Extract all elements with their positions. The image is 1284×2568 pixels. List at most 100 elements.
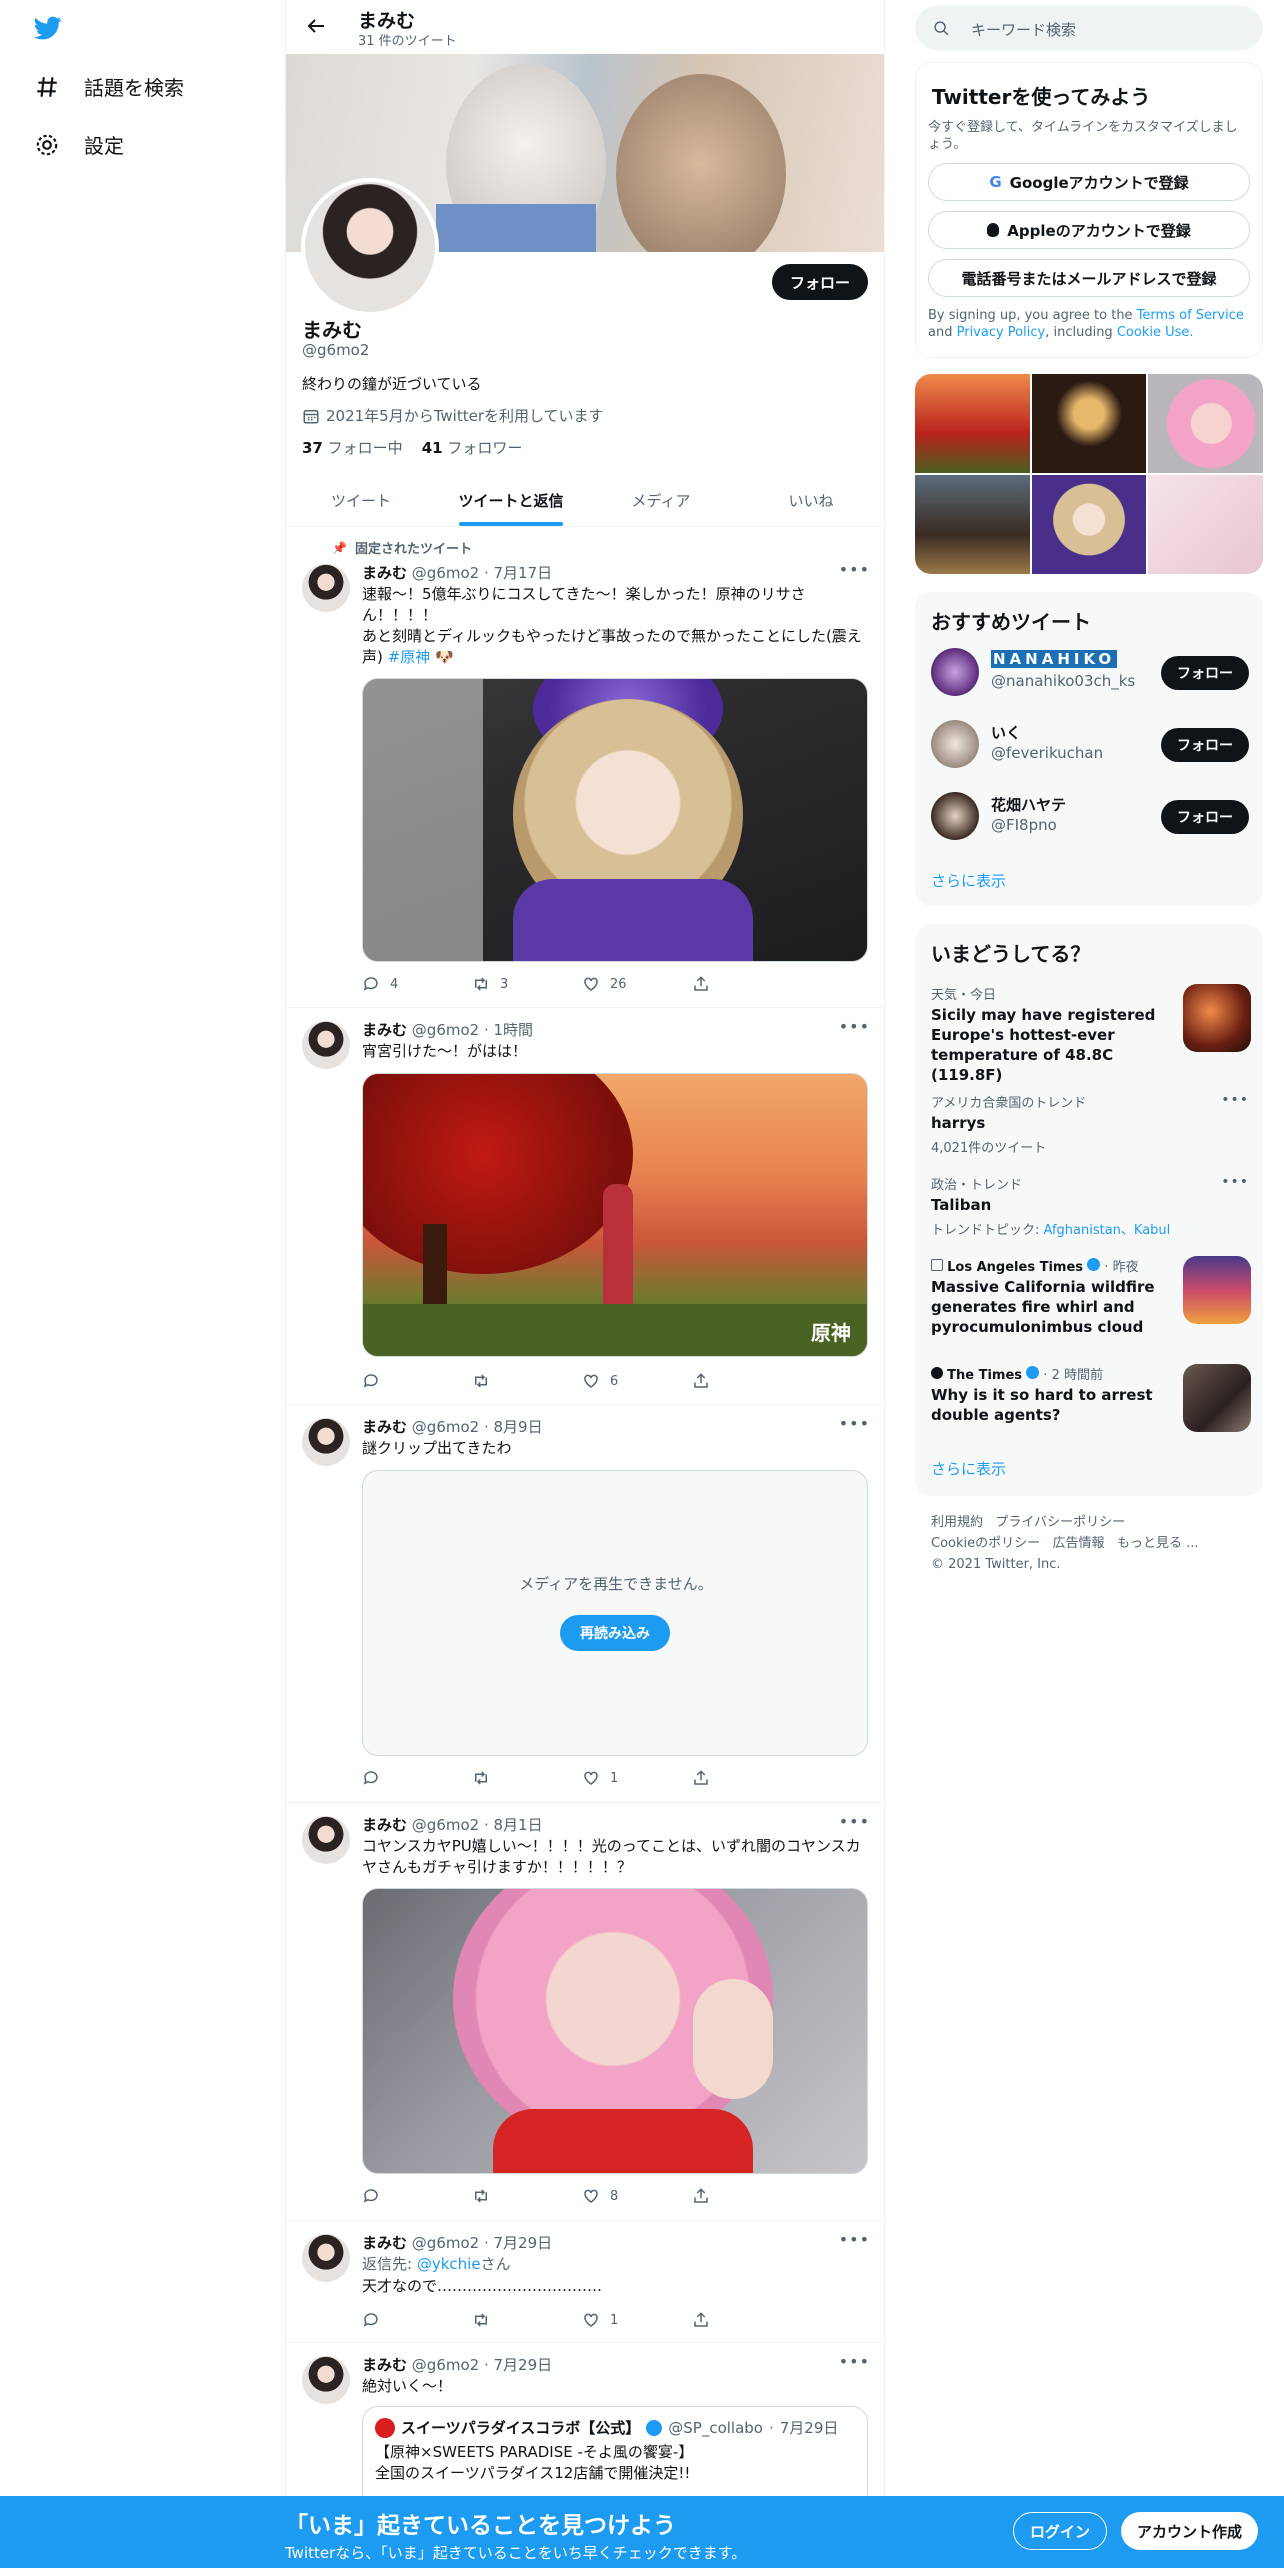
media-thumbnail[interactable] bbox=[1148, 374, 1263, 473]
tweet-quote[interactable]: まみむ @g6mo2 · 7月29日 ••• 絶対いく〜！ スイーツパラダイスコ… bbox=[286, 2344, 884, 2500]
terms-link[interactable]: Terms of Service bbox=[1137, 308, 1244, 323]
phone-signup-button[interactable]: 電話番号またはメールアドレスで登録 bbox=[928, 259, 1250, 297]
tweet-author-name[interactable]: まみむ bbox=[362, 1418, 407, 1436]
like-button[interactable]: 8 bbox=[582, 2186, 692, 2206]
tab-likes[interactable]: いいね bbox=[736, 474, 884, 526]
more-icon[interactable]: ••• bbox=[839, 2352, 870, 2371]
follow-button[interactable]: フォロー bbox=[1161, 728, 1249, 762]
tweet-avatar[interactable] bbox=[302, 1021, 350, 1069]
tweet-time[interactable]: 7月29日 bbox=[494, 2234, 553, 2252]
more-icon[interactable]: ••• bbox=[839, 1812, 870, 1831]
trend-item[interactable]: 天気・今日 Sicily may have registered Europe'… bbox=[931, 984, 1251, 1084]
hashtag-link[interactable]: #原神 bbox=[388, 648, 431, 666]
retweet-button[interactable] bbox=[472, 2186, 582, 2206]
reload-button[interactable]: 再読み込み bbox=[560, 1615, 670, 1651]
like-button[interactable]: 1 bbox=[582, 2310, 692, 2330]
like-button[interactable]: 6 bbox=[582, 1371, 692, 1391]
reply-button[interactable] bbox=[362, 2310, 472, 2330]
footer-cookie-link[interactable]: Cookieのポリシー bbox=[931, 1536, 1040, 1551]
retweet-button[interactable]: 3 bbox=[472, 974, 582, 994]
tweet-photo[interactable] bbox=[362, 678, 868, 962]
more-icon[interactable]: ••• bbox=[839, 2230, 870, 2249]
more-icon[interactable]: ••• bbox=[839, 560, 870, 579]
share-button[interactable] bbox=[692, 1768, 802, 1788]
tweet-photo[interactable]: 原神 bbox=[362, 1073, 868, 1357]
twitter-logo-icon[interactable] bbox=[32, 14, 64, 42]
tweet-author-name[interactable]: まみむ bbox=[362, 2234, 407, 2252]
tweet-time[interactable]: 1時間 bbox=[494, 1021, 534, 1039]
quoted-tweet[interactable]: スイーツパラダイスコラボ【公式】 @SP_collabo · 7月29日 【原神… bbox=[362, 2406, 868, 2500]
followers-link[interactable]: 41 フォロワー bbox=[422, 439, 523, 457]
tab-tweets-and-replies[interactable]: ツイートと返信 bbox=[436, 474, 586, 526]
trend-topic-link[interactable]: Afghanistan、Kabul bbox=[1044, 1223, 1171, 1238]
more-icon[interactable]: ••• bbox=[1221, 1174, 1249, 1190]
tweet-avatar[interactable] bbox=[302, 1816, 350, 1864]
tweet-avatar[interactable] bbox=[302, 2356, 350, 2404]
tweet[interactable]: まみむ @g6mo2 · 1時間 ••• 宵宮引けた〜！がはは！ 原神 6 bbox=[286, 1009, 884, 1405]
apple-signup-button[interactable]: Appleのアカウントで登録 bbox=[928, 211, 1250, 249]
reply-button[interactable] bbox=[362, 1371, 472, 1391]
tab-tweets[interactable]: ツイート bbox=[286, 474, 436, 526]
tweet-avatar[interactable] bbox=[302, 564, 350, 612]
show-more-link[interactable]: さらに表示 bbox=[931, 870, 1006, 891]
media-thumbnail[interactable] bbox=[1148, 475, 1263, 574]
media-thumbnail[interactable] bbox=[915, 374, 1030, 473]
footer-more-link[interactable]: もっと見る ... bbox=[1117, 1536, 1199, 1551]
reply-button[interactable] bbox=[362, 2186, 472, 2206]
trend-item[interactable]: 政治・トレンド Taliban トレンドトピック: Afghanistan、Ka… bbox=[931, 1174, 1249, 1238]
cookie-link[interactable]: Cookie Use. bbox=[1117, 325, 1194, 340]
like-button[interactable]: 26 bbox=[582, 974, 692, 994]
nav-settings[interactable]: 設定 bbox=[34, 130, 124, 159]
privacy-link[interactable]: Privacy Policy bbox=[957, 325, 1046, 340]
create-account-button[interactable]: アカウント作成 bbox=[1121, 2512, 1259, 2550]
news-item[interactable]: The Times · 2 時間前 Why is it so hard to a… bbox=[931, 1364, 1251, 1436]
tweet-time[interactable]: 8月1日 bbox=[494, 1816, 543, 1834]
search-input[interactable]: キーワード検索 bbox=[915, 6, 1263, 50]
following-link[interactable]: 37 フォロー中 bbox=[302, 439, 403, 457]
retweet-button[interactable] bbox=[472, 1371, 582, 1391]
tweet-reply[interactable]: まみむ @g6mo2 · 7月29日 ••• 返信先: @ykchieさん 天才… bbox=[286, 2222, 884, 2343]
back-arrow-icon[interactable] bbox=[304, 14, 328, 38]
like-button[interactable]: 1 bbox=[582, 1768, 692, 1788]
more-icon[interactable]: ••• bbox=[839, 1017, 870, 1036]
follow-button[interactable]: フォロー bbox=[771, 264, 868, 300]
retweet-button[interactable] bbox=[472, 2310, 582, 2330]
tweet-time[interactable]: 7月17日 bbox=[494, 564, 553, 582]
tab-media[interactable]: メディア bbox=[586, 474, 736, 526]
tweet-author-name[interactable]: まみむ bbox=[362, 564, 407, 582]
media-thumbnail[interactable] bbox=[1031, 374, 1147, 473]
tweet-time[interactable]: 7月29日 bbox=[494, 2356, 553, 2374]
media-thumbnail[interactable] bbox=[1031, 475, 1147, 574]
news-item[interactable]: Los Angeles Times · 昨夜 Massive Californi… bbox=[931, 1256, 1251, 1336]
login-button[interactable]: ログイン bbox=[1013, 2512, 1108, 2550]
tweet-author-name[interactable]: まみむ bbox=[362, 1816, 407, 1834]
recommended-user[interactable]: 花畑ハヤテ @FI8pno フォロー bbox=[931, 788, 1249, 840]
media-thumbnail[interactable] bbox=[915, 475, 1030, 574]
tweet-author-name[interactable]: まみむ bbox=[362, 1021, 407, 1039]
recommended-user[interactable]: いく @feverikuchan フォロー bbox=[931, 716, 1249, 768]
reply-button[interactable] bbox=[362, 1768, 472, 1788]
footer-privacy-link[interactable]: プライバシーポリシー bbox=[995, 1515, 1125, 1530]
follow-button[interactable]: フォロー bbox=[1161, 800, 1249, 834]
tweet-avatar[interactable] bbox=[302, 2234, 350, 2282]
more-icon[interactable]: ••• bbox=[839, 1414, 870, 1433]
share-button[interactable] bbox=[692, 1371, 802, 1391]
share-button[interactable] bbox=[692, 974, 802, 994]
tweet-pinned[interactable]: 📌 固定されたツイート まみむ @g6mo2 · 7月17日 ••• 速報〜！5… bbox=[286, 528, 884, 1008]
user-avatar[interactable] bbox=[931, 648, 979, 696]
nav-explore[interactable]: 話題を検索 bbox=[34, 72, 184, 101]
tweet-time[interactable]: 8月9日 bbox=[494, 1418, 543, 1436]
tweet[interactable]: まみむ @g6mo2 · 8月9日 ••• 謎クリップ出てきたわ メディアを再生… bbox=[286, 1406, 884, 1803]
google-signup-button[interactable]: G Googleアカウントで登録 bbox=[928, 163, 1250, 201]
more-icon[interactable]: ••• bbox=[1221, 1092, 1249, 1108]
tweet-author-name[interactable]: まみむ bbox=[362, 2356, 407, 2374]
reply-to-link[interactable]: @ykchie bbox=[417, 2255, 481, 2273]
tweet-photo[interactable] bbox=[362, 1888, 868, 2174]
share-button[interactable] bbox=[692, 2310, 802, 2330]
trend-item[interactable]: アメリカ合衆国のトレンド harrys 4,021件のツイート ••• bbox=[931, 1092, 1249, 1156]
tweet[interactable]: まみむ @g6mo2 · 8月1日 ••• コヤンスカヤPU嬉しい〜！！！！光の… bbox=[286, 1804, 884, 2221]
footer-ads-link[interactable]: 広告情報 bbox=[1053, 1536, 1105, 1551]
follow-button[interactable]: フォロー bbox=[1161, 656, 1249, 690]
reply-button[interactable]: 4 bbox=[362, 974, 472, 994]
retweet-button[interactable] bbox=[472, 1768, 582, 1788]
